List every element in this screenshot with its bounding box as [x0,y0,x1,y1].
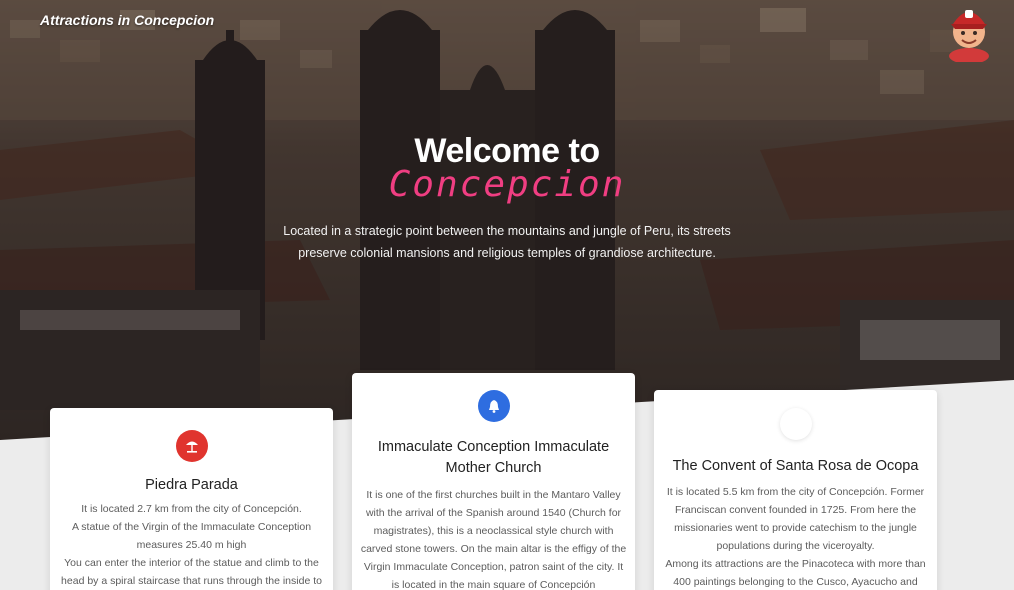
hero-subtitle: Concepcion [388,164,626,205]
beach-umbrella-icon [175,430,208,462]
blank-icon [779,408,812,440]
hero-description: Located in a strategic point between the… [283,224,731,260]
card-body: It is one of the first churches built in… [360,489,627,590]
attraction-card-piedra-parada[interactable]: Piedra Parada It is located 2.7 km from … [50,408,333,590]
avatar-icon [949,10,989,64]
site-brand[interactable]: Attractions in Concepcion [40,12,214,28]
attraction-card-santa-rosa-de-ocopa[interactable]: The Convent of Santa Rosa de Ocopa It is… [654,390,937,590]
bell-icon [477,390,510,422]
card-title: Piedra Parada [145,477,238,493]
card-title: The Convent of Santa Rosa de Ocopa [672,458,919,474]
card-body: It is located 2.7 km from the city of Co… [61,503,322,587]
attraction-card-mother-church[interactable]: Immaculate Conception Immaculate Mother … [352,373,635,590]
card-body: It is located 5.5 km from the city of Co… [665,486,926,588]
user-avatar[interactable] [943,2,995,64]
card-title: Immaculate Conception Immaculate Mother … [377,439,610,476]
